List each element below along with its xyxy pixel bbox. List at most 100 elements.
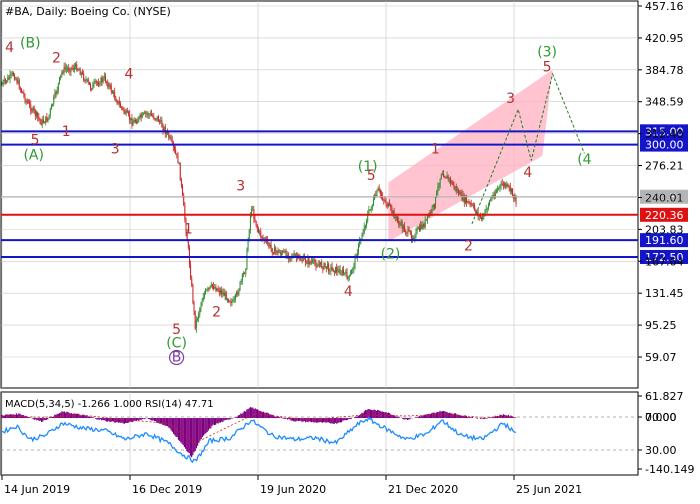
candle-body [8, 77, 10, 79]
candle-body [10, 73, 12, 75]
candle-body [462, 195, 464, 201]
candle-body [236, 292, 238, 295]
wave-label: (4 [577, 152, 591, 168]
indicator-tick-label: 61.827 [645, 390, 684, 403]
candle-body [364, 225, 366, 227]
candle-body [312, 260, 313, 262]
candle-body [152, 115, 154, 117]
candle-body [458, 190, 460, 195]
candle-body [338, 269, 340, 271]
candle-body [21, 89, 23, 92]
candle-body [335, 267, 336, 273]
candle-body [230, 301, 232, 303]
candle-body [187, 240, 189, 248]
candle-body [148, 114, 150, 116]
candle-body [19, 88, 21, 90]
candle-body [505, 183, 507, 187]
candle-body [352, 268, 354, 271]
candle-body [336, 267, 338, 273]
candle-body [39, 118, 41, 121]
candle-body [394, 217, 396, 219]
candle-body [406, 232, 408, 234]
candle-body [512, 188, 514, 195]
candle-body [445, 177, 447, 179]
candle-body [200, 305, 202, 309]
candle-body [337, 269, 339, 273]
candle-body [300, 259, 302, 261]
candle-body [23, 92, 25, 96]
candle-body [275, 247, 277, 252]
wave-label: 5 [543, 59, 552, 75]
candle-body [276, 251, 278, 254]
candle-body [452, 181, 454, 185]
candle-body [489, 200, 491, 205]
candle-body [408, 229, 410, 231]
wave-label: (3) [537, 44, 557, 60]
candle-body [386, 204, 388, 207]
candle-body [169, 136, 171, 138]
candle-body [147, 113, 149, 116]
candle-body [496, 190, 497, 193]
candle-body [471, 204, 473, 206]
candle-body [361, 235, 363, 240]
candle-body [241, 274, 243, 281]
candle-body [325, 266, 327, 269]
candle-body [160, 120, 162, 122]
candle-body [307, 258, 309, 264]
candle-body [271, 248, 273, 254]
candle-body [438, 186, 440, 188]
candle-body [216, 288, 218, 291]
candle-body [30, 104, 32, 111]
candle-body [108, 84, 110, 88]
candle-body [431, 206, 433, 213]
candle-body [179, 162, 181, 181]
wave-label: 4 [344, 284, 353, 300]
wave-label: 3 [506, 91, 515, 107]
candle-body [100, 77, 102, 85]
candle-body [282, 251, 284, 254]
candle-body [70, 67, 72, 72]
candle-body [260, 231, 262, 237]
candle-body [60, 75, 62, 78]
candle-body [136, 121, 138, 124]
candle-body [482, 215, 484, 220]
candle-body [191, 278, 193, 286]
candle-body [371, 204, 373, 210]
candle-body [331, 266, 333, 269]
candle-body [163, 127, 165, 131]
candle-body [321, 262, 323, 268]
candle-body [175, 149, 177, 154]
candle-body [55, 92, 57, 94]
candle-body [177, 154, 179, 164]
candle-body [142, 113, 144, 115]
candle-body [223, 292, 225, 296]
candle-body [129, 114, 131, 121]
candle-body [261, 236, 263, 239]
candle-body [384, 200, 386, 202]
candle-body [211, 284, 213, 287]
candle-body [123, 108, 125, 112]
candle-body [436, 191, 438, 197]
wave-label: (A) [23, 148, 44, 164]
candle-body [18, 80, 20, 89]
candle-body [94, 81, 96, 83]
candle-body [439, 178, 441, 187]
candle-body [174, 146, 175, 150]
candle-body [466, 197, 468, 203]
candle-body [119, 103, 121, 108]
candle-body [75, 64, 77, 68]
candle-body [320, 262, 322, 265]
candle-body [121, 107, 123, 109]
candle-body [214, 286, 216, 289]
candle-body [309, 261, 311, 264]
symbol-label: #BA [5, 5, 30, 18]
candle-body [313, 259, 315, 261]
candle-body [418, 227, 420, 230]
candle-body [46, 116, 48, 122]
candle-body [110, 85, 112, 92]
candle-body [194, 310, 196, 329]
candle-body [56, 89, 58, 94]
price-tick-label: 457.16 [645, 0, 684, 13]
wave-label: 2 [464, 238, 473, 254]
candle-body [410, 233, 412, 241]
